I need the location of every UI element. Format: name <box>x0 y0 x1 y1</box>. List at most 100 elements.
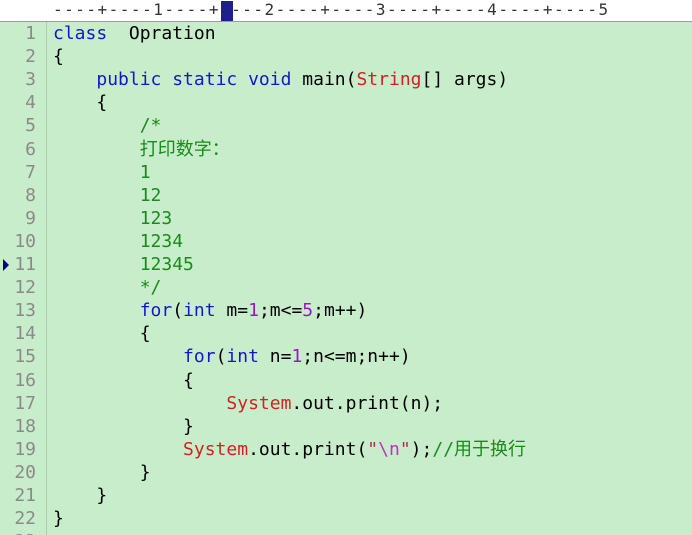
code-line[interactable]: 5 /* <box>0 114 692 137</box>
code-token: ( <box>215 346 227 368</box>
code-text: } <box>53 507 64 530</box>
code-token: Opration <box>107 23 216 44</box>
code-line[interactable]: 17 System.out.print(n); <box>0 392 692 415</box>
code-token: 5 <box>302 300 314 322</box>
code-line[interactable]: 23 <box>0 530 692 535</box>
code-line[interactable]: 2{ <box>0 45 692 68</box>
code-token: for <box>183 346 216 368</box>
code-token: " <box>367 438 379 460</box>
code-text: System.out.print("\n");//用于换行 <box>53 438 526 461</box>
line-number: 22 <box>14 508 36 530</box>
code-text: for(int m=1;m<=5;m++) <box>53 299 368 322</box>
code-line[interactable]: 14 { <box>0 322 692 345</box>
code-line[interactable]: 10 1234 <box>0 230 692 253</box>
code-line[interactable]: 7 1 <box>0 161 692 184</box>
code-text: { <box>53 322 151 345</box>
code-editor[interactable]: 1 class Opration 2{3 public static void ma… <box>0 22 692 535</box>
column-ruler: ----+----1----+----2----+----3----+----4… <box>0 0 692 22</box>
code-token: .out.print( <box>248 438 368 460</box>
code-token: { <box>53 46 64 68</box>
code-token: m= <box>215 300 249 322</box>
code-token: } <box>53 415 194 437</box>
code-token: 1 <box>139 161 151 183</box>
line-number: 23 <box>0 530 36 535</box>
code-line[interactable]: 20 } <box>0 461 692 484</box>
code-line[interactable]: 8 12 <box>0 184 692 207</box>
code-token: //用于换行 <box>432 438 527 460</box>
code-token: 123 <box>139 207 173 229</box>
code-text: System.out.print(n); <box>53 392 443 415</box>
code-line[interactable]: 15 for(int n=1;n<=m;n++) <box>0 345 692 368</box>
code-token: { <box>53 92 108 114</box>
code-token: n= <box>258 346 292 368</box>
line-number: 7 <box>25 161 36 183</box>
code-token: { <box>53 323 151 345</box>
code-line[interactable]: 12 */ <box>0 276 692 299</box>
code-line[interactable]: 1 class Opration <box>0 22 692 45</box>
code-token: ( <box>172 300 184 322</box>
code-token: /* <box>139 115 162 137</box>
line-number: 5 <box>25 115 36 137</box>
code-token: for <box>139 300 173 322</box>
code-text: } <box>53 461 151 484</box>
line-number: 6 <box>25 138 36 160</box>
code-line[interactable]: 3 public static void main(String[] args) <box>0 68 692 91</box>
line-number: 2 <box>25 46 36 68</box>
code-token: .out.print(n); <box>291 392 444 414</box>
code-text: { <box>53 45 64 68</box>
line-number: 17 <box>14 392 36 414</box>
code-line[interactable]: 21 } <box>0 484 692 507</box>
code-token: System <box>226 392 292 414</box>
code-token: \n <box>378 438 400 460</box>
code-text: 12345 <box>53 253 194 276</box>
code-text: 1234 <box>53 230 183 253</box>
code-token: } <box>53 461 151 483</box>
code-line[interactable]: 6 打印数字： <box>0 138 692 161</box>
code-line[interactable]: 11 12345 <box>0 253 692 276</box>
code-text: for(int n=1;n<=m;n++) <box>53 345 411 368</box>
code-text: */ <box>53 276 162 299</box>
code-token: [] args) <box>421 69 509 91</box>
code-text: 12 <box>53 184 162 207</box>
code-text: { <box>53 91 107 114</box>
code-line[interactable]: 9 123 <box>0 207 692 230</box>
line-number: 13 <box>14 300 36 322</box>
line-number: 1 <box>25 23 36 44</box>
code-token: ;m++) <box>313 300 368 322</box>
code-line[interactable]: 16 { <box>0 369 692 392</box>
code-token: System <box>183 438 249 460</box>
code-text: public static void main(String[] args) <box>53 68 508 91</box>
code-text: class Opration <box>53 22 216 45</box>
code-text: } <box>53 484 107 507</box>
code-token: */ <box>139 277 162 299</box>
code-token: int <box>183 300 216 322</box>
code-token: 1234 <box>139 230 184 252</box>
code-line[interactable]: 4 { <box>0 91 692 114</box>
code-line[interactable]: 19 System.out.print("\n");//用于换行 <box>0 438 692 461</box>
line-number: 10 <box>14 230 36 252</box>
line-number: 19 <box>14 438 36 460</box>
code-token: ;m<= <box>258 300 303 322</box>
line-number: 12 <box>14 277 36 299</box>
code-token: } <box>53 485 108 506</box>
code-token: 打印数字： <box>139 138 230 160</box>
code-line[interactable]: 18 } <box>0 415 692 438</box>
code-text: 打印数字： <box>53 138 230 161</box>
ruler-column-cursor <box>221 1 233 21</box>
line-number: 11 <box>14 254 36 275</box>
code-line[interactable]: 13 for(int m=1;m<=5;m++) <box>0 299 692 322</box>
code-text: } <box>53 415 194 438</box>
code-text: /* <box>53 114 162 137</box>
code-line[interactable]: 22} <box>0 507 692 530</box>
